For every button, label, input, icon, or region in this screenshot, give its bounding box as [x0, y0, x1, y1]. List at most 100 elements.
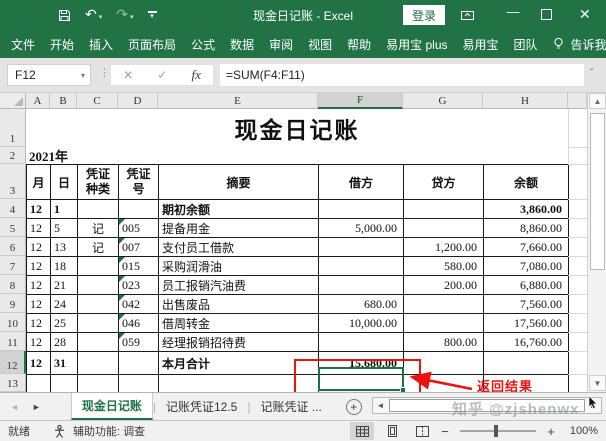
cell-H10[interactable]: 17,560.00: [484, 314, 569, 333]
scroll-up-icon[interactable]: ▲: [589, 93, 606, 109]
cell-E11[interactable]: 经理报销招待费: [159, 333, 319, 352]
undo-dropdown-icon[interactable]: ▾: [99, 14, 103, 21]
cell-C13[interactable]: [78, 375, 119, 393]
cell-D7[interactable]: 015: [119, 257, 159, 276]
ribbon-tab-6[interactable]: 审阅: [268, 36, 294, 53]
table-header-2[interactable]: 凭证种类: [78, 165, 119, 200]
customize-qat-icon[interactable]: ▾: [148, 11, 157, 19]
cell-A5[interactable]: 12: [27, 219, 51, 238]
row-header-8[interactable]: 8: [0, 275, 26, 294]
cell-G9[interactable]: [404, 295, 484, 314]
horizontal-scrollbar-thumb[interactable]: [389, 399, 585, 412]
scroll-down-icon[interactable]: ▼: [589, 375, 606, 391]
minimize-button[interactable]: —: [502, 4, 524, 19]
cell-E13[interactable]: [159, 375, 319, 393]
row-header-13[interactable]: 13: [0, 374, 26, 392]
row-header-7[interactable]: 7: [0, 256, 26, 275]
cell-F10[interactable]: 10,000.00: [319, 314, 404, 333]
cell-A6[interactable]: 12: [27, 238, 51, 257]
view-normal-icon[interactable]: [350, 422, 374, 440]
column-header-B[interactable]: B: [50, 93, 77, 109]
ribbon-tab-9[interactable]: 易用宝 plus: [385, 36, 448, 53]
cell-D6[interactable]: 007: [119, 238, 159, 257]
cell-G11[interactable]: 800.00: [404, 333, 484, 352]
cell-E10[interactable]: 借周转金: [159, 314, 319, 333]
horizontal-scrollbar[interactable]: ◄ ►: [372, 397, 602, 414]
cell-B9[interactable]: 24: [51, 295, 78, 314]
sheet-nav-left-icon[interactable]: ◄: [10, 402, 19, 412]
close-button[interactable]: ✕: [579, 6, 591, 23]
cell-F8[interactable]: [319, 276, 404, 295]
cell-G7[interactable]: 580.00: [404, 257, 484, 276]
new-sheet-icon[interactable]: +: [346, 399, 362, 415]
column-header-A[interactable]: A: [26, 93, 50, 109]
cell-F6[interactable]: [319, 238, 404, 257]
row-header-1[interactable]: 1: [0, 109, 26, 147]
cell-A7[interactable]: 12: [27, 257, 51, 276]
insert-function-icon[interactable]: fx: [192, 67, 201, 83]
name-box[interactable]: F12 ▾: [7, 64, 91, 86]
cell-C8[interactable]: [78, 276, 119, 295]
sheet-nav-right-icon[interactable]: ►: [32, 402, 41, 412]
cell-H7[interactable]: 7,080.00: [484, 257, 569, 276]
formula-input[interactable]: =SUM(F4:F11): [220, 64, 584, 86]
cell-B8[interactable]: 21: [51, 276, 78, 295]
cell-B13[interactable]: [51, 375, 78, 393]
cell-C5[interactable]: 记: [78, 219, 119, 238]
cell-C10[interactable]: [78, 314, 119, 333]
select-all-button[interactable]: [0, 93, 26, 109]
cell-E5[interactable]: 提备用金: [159, 219, 319, 238]
column-header-E[interactable]: E: [158, 93, 318, 109]
cell-B6[interactable]: 13: [51, 238, 78, 257]
column-header-H[interactable]: H: [483, 93, 568, 109]
cell-E7[interactable]: 采购润滑油: [159, 257, 319, 276]
cell-C6[interactable]: 记: [78, 238, 119, 257]
cell-E12[interactable]: 本月合计: [159, 352, 319, 375]
row-header-5[interactable]: 5: [0, 218, 26, 237]
maximize-button[interactable]: [541, 9, 552, 20]
ribbon-tab-1[interactable]: 开始: [49, 36, 75, 53]
row-header-11[interactable]: 11: [0, 332, 26, 351]
column-header-F[interactable]: F: [318, 93, 403, 109]
zoom-in-icon[interactable]: +: [546, 424, 556, 439]
cell-A13[interactable]: [27, 375, 51, 393]
cell-C11[interactable]: [78, 333, 119, 352]
zoom-slider[interactable]: [460, 430, 536, 432]
sheet-tab-2[interactable]: 记账凭证 ...: [250, 393, 331, 420]
sheet-tab-1[interactable]: 记账凭证12.5: [156, 393, 247, 420]
ribbon-tab-10[interactable]: 易用宝: [462, 36, 500, 53]
vertical-scrollbar[interactable]: ▲ ▼: [587, 93, 606, 392]
cell-E8[interactable]: 员工报销汽油费: [159, 276, 319, 295]
cell-A4[interactable]: 12: [27, 200, 51, 219]
cell-F11[interactable]: [319, 333, 404, 352]
undo-button[interactable]: ↶▾: [85, 6, 102, 24]
table-header-6[interactable]: 贷方: [404, 165, 484, 200]
enter-icon[interactable]: ✓: [157, 68, 167, 82]
sheet-tab-0[interactable]: 现金日记账: [71, 393, 153, 420]
row-header-12[interactable]: 12: [0, 351, 26, 374]
cell-A12[interactable]: 12: [27, 352, 51, 375]
accessibility-status[interactable]: 辅助功能: 调查: [73, 423, 145, 439]
ribbon-tab-8[interactable]: 帮助: [346, 36, 372, 53]
cell-G10[interactable]: [404, 314, 484, 333]
cell-G6[interactable]: 1,200.00: [404, 238, 484, 257]
cell-D8[interactable]: 023: [119, 276, 159, 295]
cell-B4[interactable]: 1: [51, 200, 78, 219]
cell-H11[interactable]: 16,760.00: [484, 333, 569, 352]
row-header-2[interactable]: 2: [0, 147, 26, 164]
cell-H9[interactable]: 7,560.00: [484, 295, 569, 314]
vertical-scrollbar-thumb[interactable]: [590, 113, 605, 270]
column-header-D[interactable]: D: [118, 93, 158, 109]
tell-me-tab[interactable]: 告诉我: [570, 36, 606, 53]
cell-F4[interactable]: [319, 200, 404, 219]
cell-G5[interactable]: [404, 219, 484, 238]
cell-G13[interactable]: [404, 375, 484, 393]
ribbon-tab-5[interactable]: 数据: [229, 36, 255, 53]
row-header-9[interactable]: 9: [0, 294, 26, 313]
ribbon-tab-7[interactable]: 视图: [307, 36, 333, 53]
cell-A11[interactable]: 12: [27, 333, 51, 352]
year-cell[interactable]: 2021年: [26, 147, 146, 164]
cell-H4[interactable]: 3,860.00: [484, 200, 569, 219]
view-page-layout-icon[interactable]: [380, 422, 404, 440]
cell-A10[interactable]: 12: [27, 314, 51, 333]
